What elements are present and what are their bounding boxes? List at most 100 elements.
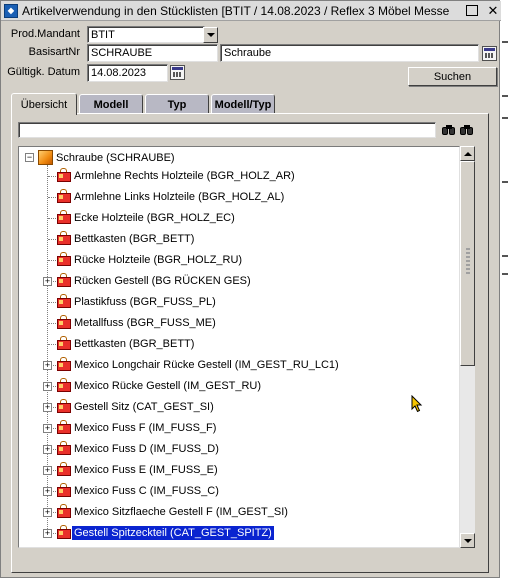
- expand-icon[interactable]: +: [43, 487, 52, 496]
- tree-item[interactable]: + Mexico Longchair Rücke Gestell (IM_GEST…: [19, 356, 459, 374]
- binoculars-icon[interactable]: [442, 124, 456, 138]
- background-window-mark: [502, 41, 508, 43]
- expand-icon[interactable]: +: [43, 403, 52, 412]
- part-icon: [57, 189, 72, 204]
- tree-item-label: Armlehne Rechts Holzteile (BGR_HOLZ_AR): [74, 170, 295, 182]
- basisartnr-input[interactable]: SCHRAUBE: [87, 44, 218, 62]
- tree-item-label: Mexico Fuss C (IM_FUSS_C): [74, 485, 219, 497]
- scroll-thumb[interactable]: [460, 161, 475, 366]
- chevron-down-icon[interactable]: [203, 27, 218, 43]
- expand-icon[interactable]: +: [43, 382, 52, 391]
- part-icon: [57, 294, 72, 309]
- part-icon: [57, 399, 72, 414]
- search-button[interactable]: Suchen: [408, 67, 497, 86]
- tree-item[interactable]: Plastikfuss (BGR_FUSS_PL): [19, 293, 459, 311]
- mouse-cursor-icon: [411, 395, 423, 413]
- expand-icon[interactable]: +: [43, 508, 52, 517]
- part-icon: [57, 357, 72, 372]
- part-icon: [57, 252, 72, 267]
- app-icon: ◆: [4, 3, 18, 18]
- collapse-icon[interactable]: −: [25, 153, 34, 162]
- expand-icon[interactable]: +: [43, 529, 52, 538]
- binoculars-next-icon[interactable]: [460, 124, 474, 138]
- mandant-select[interactable]: BTIT: [87, 26, 205, 43]
- part-icon: [57, 441, 72, 456]
- tab-modell-typ[interactable]: Modell/Typ: [211, 94, 275, 114]
- tree-item[interactable]: Metallfuss (BGR_FUSS_ME): [19, 314, 459, 332]
- tree-item[interactable]: + Mexico Fuss D (IM_FUSS_D): [19, 440, 459, 458]
- window-title: Artikelverwendung in den Stücklisten [BT…: [22, 3, 450, 18]
- tree-root-label: Schraube (SCHRAUBE): [56, 152, 175, 164]
- background-window-mark: [502, 255, 508, 257]
- expand-icon[interactable]: +: [43, 277, 52, 286]
- tree-item-label: Mexico Rücke Gestell (IM_GEST_RU): [74, 380, 262, 392]
- expand-icon[interactable]: +: [43, 445, 52, 454]
- tree-item-label: Mexico Fuss D (IM_FUSS_D): [74, 443, 219, 455]
- tree-item[interactable]: + Mexico Fuss F (IM_FUSS_F): [19, 419, 459, 437]
- part-icon: [57, 504, 72, 519]
- expand-icon[interactable]: +: [43, 424, 52, 433]
- part-icon: [57, 483, 72, 498]
- part-icon: [57, 336, 72, 351]
- tree-item[interactable]: Armlehne Links Holzteile (BGR_HOLZ_AL): [19, 188, 459, 206]
- title-bar[interactable]: ◆ Artikelverwendung in den Stücklisten […: [1, 1, 501, 21]
- part-icon: [57, 210, 72, 225]
- expand-icon[interactable]: +: [43, 466, 52, 475]
- assembly-icon: [38, 150, 53, 165]
- tab-typ[interactable]: Typ: [145, 94, 209, 114]
- part-icon: [57, 525, 72, 540]
- maximize-button[interactable]: [466, 5, 478, 16]
- background-window-mark: [502, 273, 508, 275]
- tree-item-label: Gestell Spitzeckteil (CAT_GEST_SPITZ): [71, 525, 275, 541]
- tree-item[interactable]: + Mexico Rücke Gestell (IM_GEST_RU): [19, 377, 459, 395]
- tree-item-label: Mexico Sitzflaeche Gestell F (IM_GEST_SI…: [74, 506, 288, 518]
- close-button[interactable]: ✕: [485, 3, 501, 19]
- tree-root[interactable]: − Schraube (SCHRAUBE): [19, 149, 459, 167]
- background-window-mark: [502, 95, 508, 97]
- tree-item-label: Gestell Sitz (CAT_GEST_SI): [74, 401, 214, 413]
- tree-scrollbar[interactable]: [460, 146, 475, 548]
- part-icon: [57, 231, 72, 246]
- tree-item-label: Mexico Longchair Rücke Gestell (IM_GEST_…: [74, 359, 339, 371]
- scroll-down-button[interactable]: [460, 533, 475, 548]
- tree-item[interactable]: Bettkasten (BGR_BETT): [19, 230, 459, 248]
- mandant-label: Prod.Mandant: [10, 28, 80, 40]
- scroll-up-button[interactable]: [460, 146, 475, 161]
- tree-item[interactable]: + Mexico Fuss C (IM_FUSS_C): [19, 482, 459, 500]
- tree-item[interactable]: Rücke Holzteile (BGR_HOLZ_RU): [19, 251, 459, 269]
- tree-item[interactable]: Bettkasten (BGR_BETT): [19, 335, 459, 353]
- tree-item-label: Mexico Fuss F (IM_FUSS_F): [74, 422, 217, 434]
- part-icon: [57, 273, 72, 288]
- datum-input[interactable]: 14.08.2023: [87, 64, 168, 82]
- tree-item[interactable]: + Mexico Fuss E (IM_FUSS_E): [19, 461, 459, 479]
- tree-item[interactable]: + Mexico Sitzflaeche Gestell F (IM_GEST_S…: [19, 503, 459, 521]
- tree-item[interactable]: Ecke Holzteile (BGR_HOLZ_EC): [19, 209, 459, 227]
- part-icon: [57, 420, 72, 435]
- filter-input[interactable]: [18, 122, 436, 138]
- dialog-window: ◆ Artikelverwendung in den Stücklisten […: [0, 0, 501, 578]
- part-icon: [57, 462, 72, 477]
- tree-item-label: Bettkasten (BGR_BETT): [74, 338, 195, 350]
- usage-tree[interactable]: − Schraube (SCHRAUBE) Armlehne Rechts Ho…: [18, 146, 460, 548]
- tree-item[interactable]: Armlehne Rechts Holzteile (BGR_HOLZ_AR): [19, 167, 459, 185]
- part-icon: [57, 378, 72, 393]
- tree-item-label: Rücken Gestell (BG RÜCKEN GES): [74, 275, 251, 287]
- datum-label: Gültigk. Datum: [7, 66, 80, 78]
- tab-modell[interactable]: Modell: [79, 94, 143, 114]
- basisartnr-description-field: Schraube: [220, 44, 479, 62]
- part-icon: [57, 168, 72, 183]
- background-window-mark: [502, 181, 508, 183]
- tree-item-label: Rücke Holzteile (BGR_HOLZ_RU): [74, 254, 243, 266]
- part-icon: [57, 315, 72, 330]
- tree-item[interactable]: + Gestell Sitz (CAT_GEST_SI): [19, 398, 459, 416]
- tab-uebersicht[interactable]: Übersicht: [11, 93, 77, 115]
- lookup-icon[interactable]: [482, 46, 497, 61]
- background-window-edge: [500, 0, 508, 580]
- tree-item-label: Bettkasten (BGR_BETT): [74, 233, 195, 245]
- tree-item-label: Metallfuss (BGR_FUSS_ME): [74, 317, 216, 329]
- tree-item[interactable]: + Gestell Spitzeckteil (CAT_GEST_SPITZ): [19, 524, 459, 542]
- expand-icon[interactable]: +: [43, 361, 52, 370]
- calendar-icon[interactable]: [170, 65, 185, 80]
- tree-item[interactable]: + Rücken Gestell (BG RÜCKEN GES): [19, 272, 459, 290]
- tree-item-label: Ecke Holzteile (BGR_HOLZ_EC): [74, 212, 235, 224]
